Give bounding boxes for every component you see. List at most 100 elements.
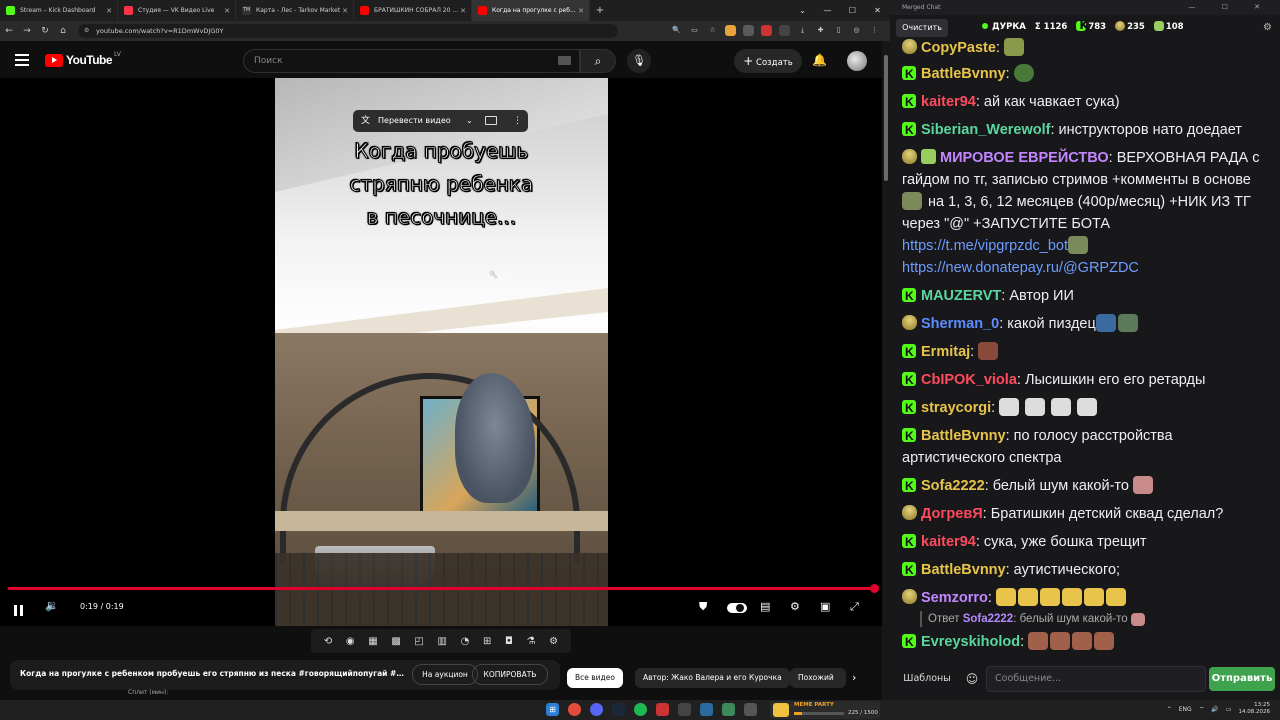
chevron-right-icon[interactable]: ›: [852, 671, 856, 684]
settings-gear-icon[interactable]: ⚙: [790, 600, 800, 613]
close-window-button[interactable]: ✕: [865, 0, 890, 21]
chevron-down-icon[interactable]: ⌄: [466, 110, 473, 132]
close-tab-icon[interactable]: ✕: [342, 7, 348, 15]
miniplayer-icon[interactable]: ▣: [820, 600, 830, 613]
menu-icon[interactable]: ⋮: [869, 25, 880, 36]
page-scrollbar[interactable]: [882, 41, 890, 700]
extension-icon[interactable]: [725, 25, 736, 36]
chat-username[interactable]: BattleBvnny: [921, 428, 1006, 444]
back-button[interactable]: ←: [0, 26, 18, 36]
extension-icon[interactable]: [743, 25, 754, 36]
chip-all-videos[interactable]: Все видео: [567, 668, 623, 688]
camera-icon[interactable]: ◘: [505, 636, 513, 647]
chat-username[interactable]: ДогревЯ: [921, 506, 983, 522]
app-icon[interactable]: [744, 703, 757, 716]
chat-username[interactable]: Sherman_0: [921, 316, 999, 332]
close-tab-icon[interactable]: ✕: [460, 7, 466, 15]
shield-icon[interactable]: ⛊: [699, 600, 707, 614]
app-icon[interactable]: [656, 703, 669, 716]
speed-icon[interactable]: ◔: [461, 636, 470, 647]
app-icon[interactable]: [678, 703, 691, 716]
windows-start-icon[interactable]: ⊞: [546, 703, 559, 716]
cast-icon[interactable]: ▭: [689, 25, 700, 36]
download-icon[interactable]: ⤓: [797, 25, 808, 36]
chat-username[interactable]: Ermitaj: [921, 344, 970, 360]
app-icon[interactable]: [722, 703, 735, 716]
url-field[interactable]: ⚙ youtube.com/watch?v=R1DmWvDJG0Y: [78, 24, 618, 38]
chat-username[interactable]: CbIPOK_viola: [921, 372, 1017, 388]
chat-username[interactable]: Semzorro: [921, 590, 988, 606]
frame-icon[interactable]: ◰: [414, 636, 423, 647]
app-icon[interactable]: [700, 703, 713, 716]
extension-icon[interactable]: [761, 25, 772, 36]
subtitles-icon[interactable]: [485, 116, 497, 125]
close-tab-icon[interactable]: ✕: [224, 7, 230, 15]
grid-icon[interactable]: ▥: [438, 636, 447, 647]
chat-link[interactable]: https://t.me/vipgrpzdc_bot: [902, 238, 1068, 254]
bookmark-star-icon[interactable]: ☆: [707, 25, 718, 36]
home-button[interactable]: ⌂: [54, 26, 72, 36]
chrome-icon[interactable]: [568, 703, 581, 716]
tab-kick-dashboard[interactable]: Stream – Kick Dashboard ✕: [0, 0, 118, 21]
reload-button[interactable]: ↻: [36, 26, 54, 36]
tab-vk-studio[interactable]: Студия — VK Видео Live ✕: [118, 0, 236, 21]
extensions-puzzle-icon[interactable]: ✚: [815, 25, 826, 36]
copy-button[interactable]: КОПИРОВАТЬ: [472, 664, 548, 685]
fullscreen-icon[interactable]: ⤢: [850, 600, 859, 614]
chip-similar[interactable]: Похожий: [790, 668, 846, 688]
avatar[interactable]: [847, 51, 867, 71]
search-input[interactable]: Поиск: [243, 49, 580, 73]
tab-search-icon[interactable]: ⌄: [790, 0, 815, 21]
menu-icon[interactable]: [15, 54, 29, 69]
chat-window-controls[interactable]: — ☐ ✕: [1188, 0, 1272, 15]
maximize-button[interactable]: ☐: [840, 0, 865, 21]
close-tab-icon[interactable]: ✕: [578, 7, 584, 15]
create-button[interactable]: + Создать: [734, 49, 802, 73]
emoji-icon[interactable]: ☺: [960, 667, 984, 691]
new-tab-button[interactable]: +: [590, 5, 610, 16]
steam-icon[interactable]: [612, 703, 625, 716]
screenshot-icon[interactable]: ▦: [368, 636, 377, 647]
chat-username[interactable]: Sofa2222: [921, 478, 985, 494]
battery-icon[interactable]: ▭: [1226, 706, 1232, 713]
voice-search-button[interactable]: 🎙: [627, 49, 651, 73]
tray-expand-icon[interactable]: ⌃: [1167, 706, 1172, 713]
chip-author[interactable]: Автор: Жако Валера и его Курочка: [635, 668, 790, 688]
chat-username[interactable]: Evreyskiholod: [921, 634, 1020, 650]
speaker-icon[interactable]: 🔊: [1211, 706, 1218, 713]
youtube-logo[interactable]: YouTube LV: [45, 51, 121, 67]
language-indicator[interactable]: ENG: [1179, 706, 1192, 713]
loop-icon[interactable]: ⟲: [324, 636, 332, 647]
chat-username[interactable]: CopyPaste: [921, 40, 996, 56]
subtitles-icon[interactable]: ▤: [760, 600, 770, 613]
minimize-button[interactable]: —: [815, 0, 840, 21]
zoom-icon[interactable]: 🔍: [671, 25, 682, 36]
volume-icon[interactable]: 🔉: [45, 599, 59, 612]
message-input[interactable]: Сообщение...: [986, 666, 1206, 692]
scrubber-handle[interactable]: [870, 584, 879, 593]
keyboard-icon[interactable]: [558, 56, 571, 65]
chat-username[interactable]: Siberian_Werewolf: [921, 122, 1050, 138]
auction-button[interactable]: На аукцион: [412, 664, 478, 685]
reply-username[interactable]: Sofa2222: [963, 613, 1014, 625]
chat-username[interactable]: BattleBvnny: [921, 562, 1006, 578]
clear-chat-button[interactable]: Очистить: [896, 19, 948, 37]
audio-icon[interactable]: ◉: [346, 636, 355, 647]
discord-icon[interactable]: [590, 703, 603, 716]
pause-button[interactable]: [14, 601, 26, 616]
tab-youtube-bratishkin[interactable]: БРАТИШКИН СОБРАЛ 20 ВИТ... ✕: [354, 0, 472, 21]
meme-party-widget[interactable]: MEME PARTY 225 / 1500: [770, 701, 880, 719]
chat-username[interactable]: MAUZERVT: [921, 288, 1001, 304]
add-icon[interactable]: ⊞: [483, 636, 491, 647]
clip-icon[interactable]: ▩: [391, 636, 400, 647]
profile-icon[interactable]: ◎: [851, 25, 862, 36]
chat-username[interactable]: МИРОВОЕ ЕВРЕЙСТВО: [940, 150, 1109, 166]
templates-button[interactable]: Шаблоны: [896, 667, 958, 691]
tab-youtube-current[interactable]: Когда на прогулке с ребен... ✕: [472, 0, 590, 21]
lab-icon[interactable]: ⚗: [527, 636, 536, 647]
send-button[interactable]: Отправить: [1209, 667, 1275, 691]
forward-button[interactable]: →: [18, 26, 36, 36]
extension-icon[interactable]: [779, 25, 790, 36]
clock[interactable]: 13:25 14.08.2026: [1239, 702, 1271, 716]
network-icon[interactable]: ⌔: [1199, 705, 1205, 713]
